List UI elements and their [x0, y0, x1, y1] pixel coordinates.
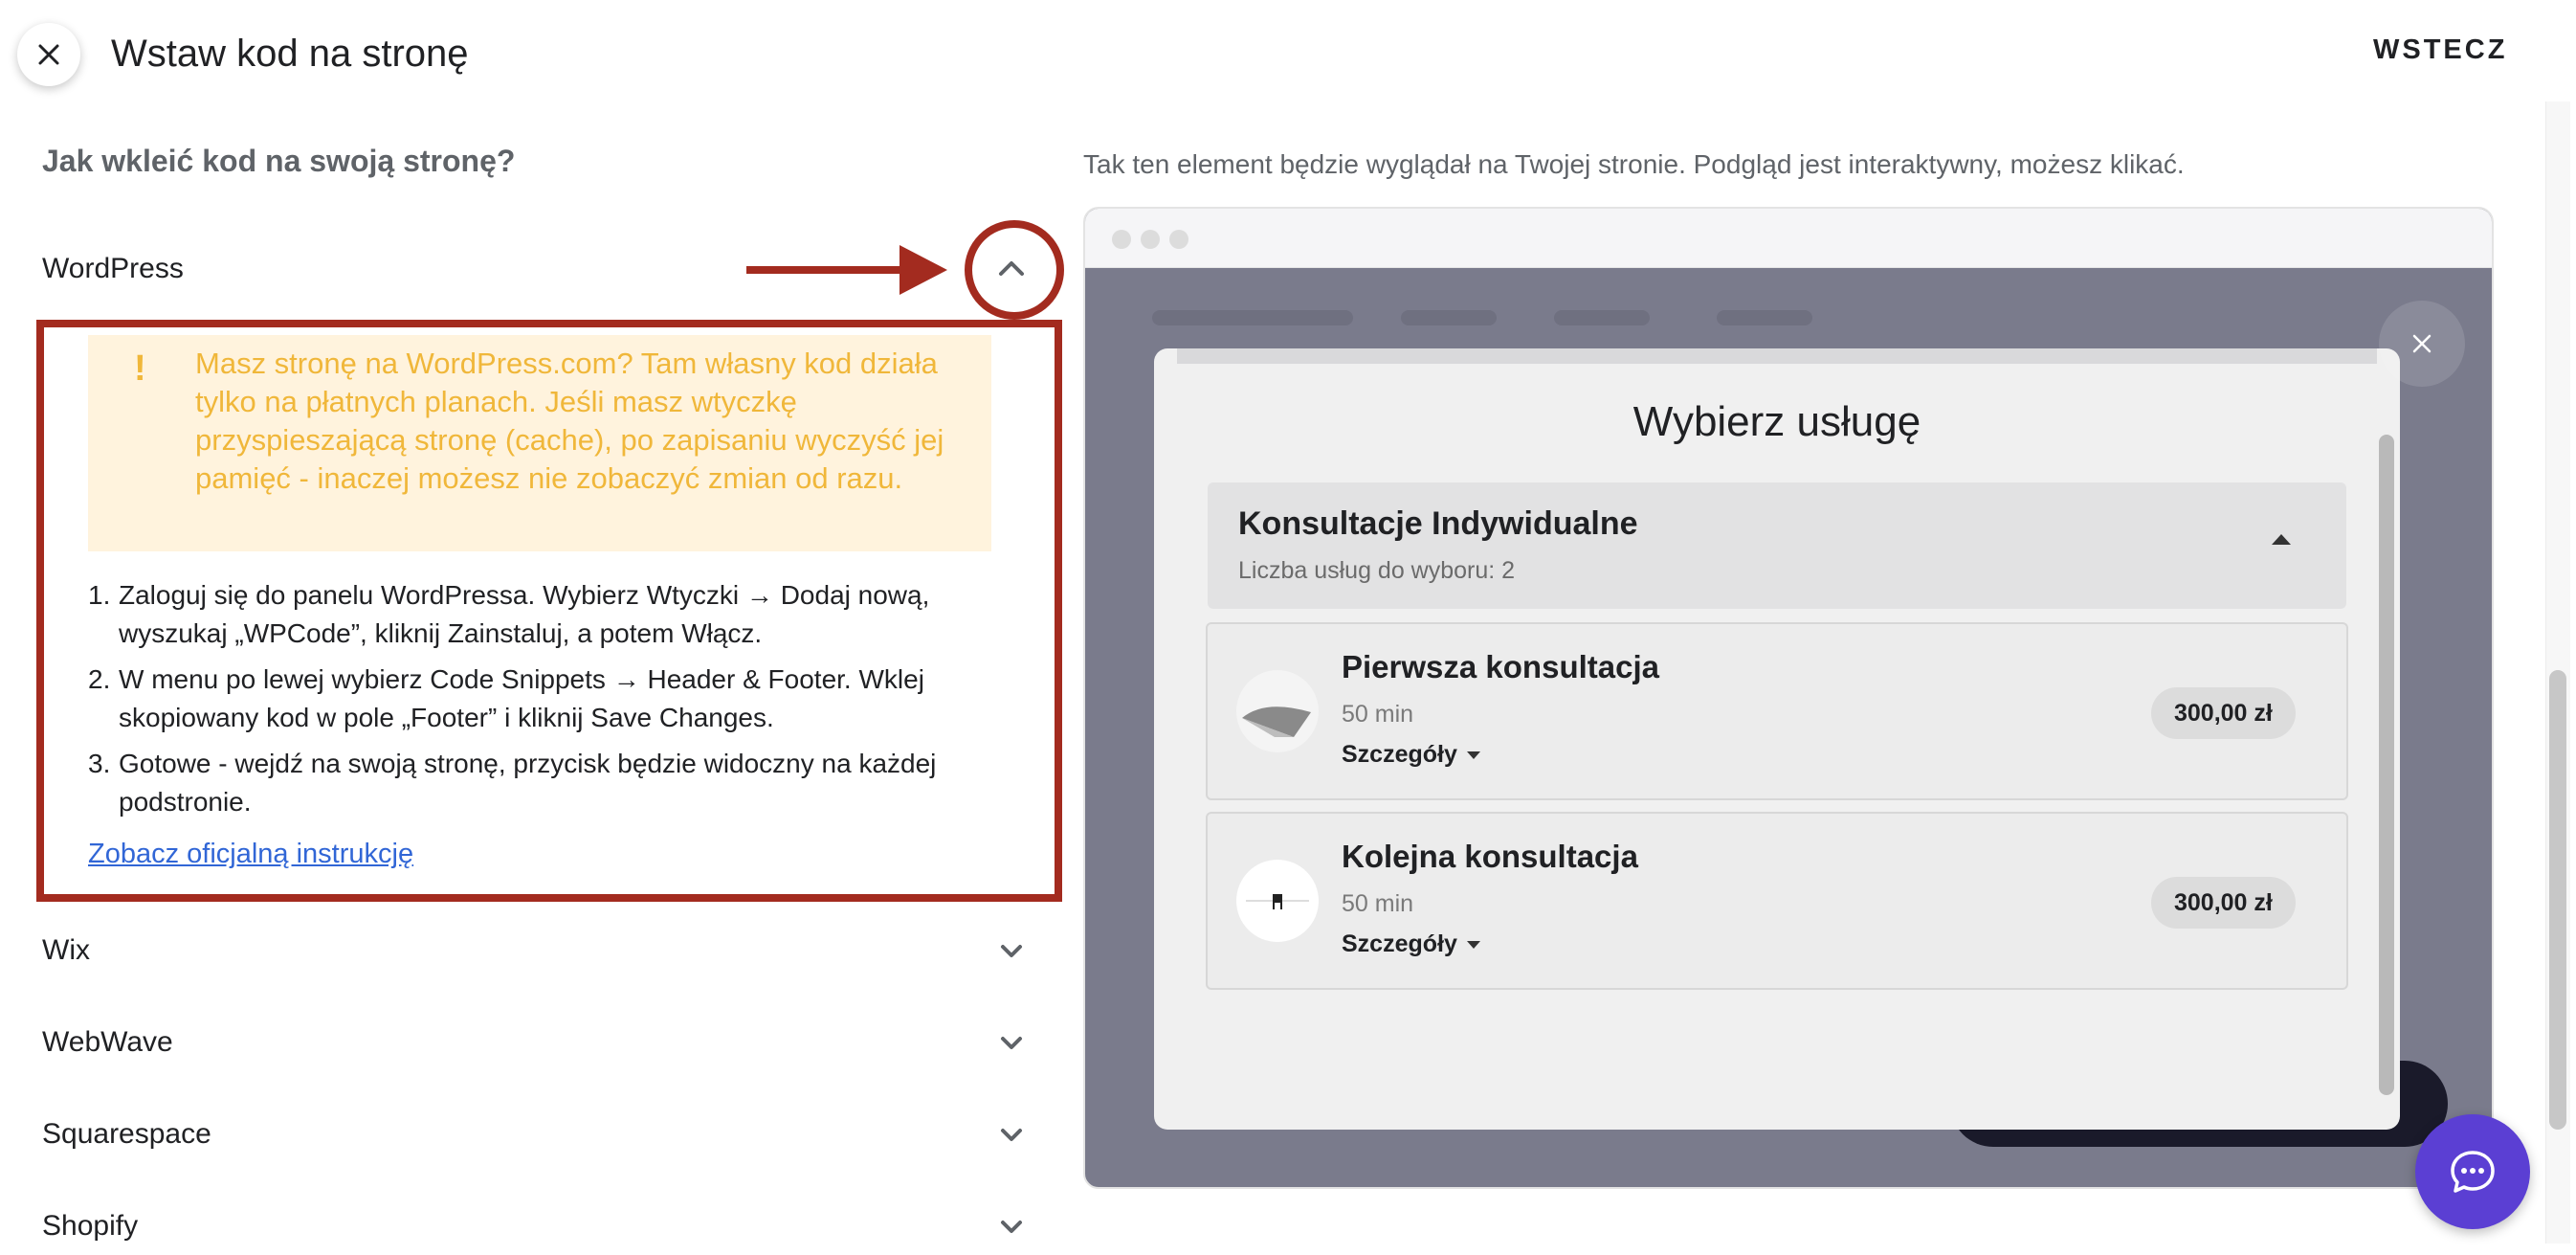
service-price: 300,00 zł: [2151, 687, 2296, 739]
modal-scrollbar[interactable]: [2379, 435, 2394, 1095]
accordion-label: Wix: [42, 934, 90, 966]
chevron-down-icon[interactable]: [995, 1026, 1028, 1059]
close-icon: [2412, 334, 2432, 353]
background-placeholder: [1401, 310, 1497, 325]
modal-top-strip: [1177, 348, 2377, 364]
service-picker-modal: Wybierz usługę Konsultacje Indywidualne …: [1154, 348, 2400, 1130]
official-instructions-link[interactable]: Zobacz oficjalną instrukcję: [88, 839, 413, 870]
modal-title: Wybierz usługę: [1632, 398, 1921, 445]
browser-dot: [1141, 230, 1160, 249]
preview-browser-frame: Wybierz usługę Konsultacje Indywidualne …: [1083, 207, 2494, 1189]
chevron-down-icon[interactable]: [995, 1118, 1028, 1151]
details-label: Szczegóły: [1342, 741, 1457, 768]
step-item: 2. W menu po lewej wybierz Code Snippets…: [88, 664, 924, 732]
service-details-toggle[interactable]: Szczegóły: [1342, 930, 1480, 958]
browser-dot: [1169, 230, 1188, 249]
accordion-label: Squarespace: [42, 1118, 211, 1150]
category-header[interactable]: Konsultacje Indywidualne Liczba usług do…: [1208, 482, 2346, 609]
page-scrollbar[interactable]: [2549, 670, 2566, 1130]
background-placeholder: [1717, 310, 1812, 325]
preview-note: Tak ten element będzie wyglądał na Twoje…: [1083, 149, 2185, 179]
accordion-shopify[interactable]: Shopify: [42, 1198, 1028, 1255]
umbrella-icon: [1242, 706, 1311, 737]
caret-down-icon: [1466, 751, 1480, 759]
chair-icon: [1246, 894, 1309, 909]
service-details-toggle[interactable]: Szczegóły: [1342, 741, 1480, 769]
service-thumbnail: [1236, 670, 1319, 752]
close-button[interactable]: [17, 23, 80, 86]
service-card[interactable]: Kolejna konsultacja 50 min Szczegóły 300…: [1206, 812, 2348, 990]
service-duration: 50 min: [1342, 890, 1414, 917]
details-label: Szczegóły: [1342, 930, 1457, 957]
annotation-arrow: [746, 220, 1064, 320]
accordion-label: Shopify: [42, 1210, 139, 1242]
accordion-wix[interactable]: Wix: [42, 922, 1028, 979]
instruction-steps: 1. Zaloguj się do panelu WordPressa. Wyb…: [88, 576, 1045, 829]
service-thumbnail: [1236, 860, 1319, 942]
back-button[interactable]: WSTECZ: [2373, 34, 2507, 66]
accordion-label: WordPress: [42, 253, 184, 284]
accordion-webwave[interactable]: WebWave: [42, 1014, 1028, 1071]
instructions-heading: Jak wkleić kod na swoją stronę?: [42, 144, 516, 178]
chat-button[interactable]: [2415, 1114, 2530, 1229]
caret-up-icon: [2272, 534, 2291, 545]
service-name: Pierwsza konsultacja: [1342, 649, 1659, 684]
category-title: Konsultacje Indywidualne: [1238, 505, 1638, 542]
browser-dot: [1112, 230, 1131, 249]
chat-icon: [2451, 1151, 2495, 1193]
step-item: 1. Zaloguj się do panelu WordPressa. Wyb…: [88, 580, 930, 648]
accordion-label: WebWave: [42, 1026, 173, 1058]
step-item: 3. Gotowe - wejdź na swoją stronę, przyc…: [88, 749, 937, 817]
service-duration: 50 min: [1342, 701, 1414, 728]
background-placeholder: [1152, 310, 1353, 325]
close-icon: [38, 44, 59, 65]
accordion-squarespace[interactable]: Squarespace: [42, 1106, 1028, 1163]
warning-text: Masz stronę na WordPress.com? Tam własny…: [195, 347, 944, 495]
caret-down-icon: [1466, 940, 1480, 949]
chevron-down-icon[interactable]: [995, 934, 1028, 967]
service-price: 300,00 zł: [2151, 877, 2296, 929]
service-name: Kolejna konsultacja: [1342, 839, 1638, 874]
category-subtitle: Liczba usług do wyboru: 2: [1238, 557, 1516, 584]
background-placeholder: [1554, 310, 1650, 325]
chevron-down-icon[interactable]: [995, 1210, 1028, 1243]
warning-icon: !: [134, 348, 146, 389]
modal-close-button[interactable]: [2379, 301, 2465, 387]
service-card[interactable]: Pierwsza konsultacja 50 min Szczegóły 30…: [1206, 622, 2348, 800]
browser-bar: [1085, 209, 2492, 268]
page-title: Wstaw kod na stronę: [111, 33, 469, 75]
